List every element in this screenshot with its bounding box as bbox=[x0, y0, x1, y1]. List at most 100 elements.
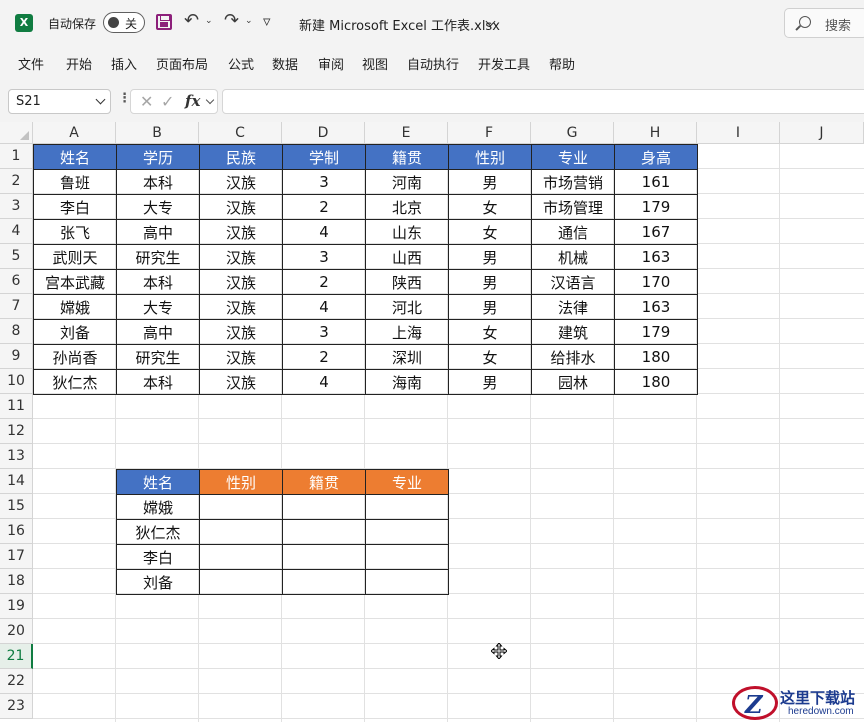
menu-item-3[interactable]: 页面布局 bbox=[156, 54, 208, 73]
table1-cell[interactable]: 建筑 bbox=[531, 319, 615, 345]
table1-cell[interactable]: 汉族 bbox=[199, 369, 283, 395]
table1-cell[interactable]: 宫本武藏 bbox=[33, 269, 117, 295]
table1-cell[interactable]: 高中 bbox=[116, 319, 200, 345]
customize-toolbar-icon[interactable]: ▿ bbox=[263, 12, 271, 30]
table1-cell[interactable]: 李白 bbox=[33, 194, 117, 220]
row-header-5[interactable]: 5 bbox=[0, 244, 33, 269]
table1-cell[interactable]: 179 bbox=[614, 319, 698, 345]
row-header-12[interactable]: 12 bbox=[0, 419, 33, 444]
table1-cell[interactable]: 市场管理 bbox=[531, 194, 615, 220]
table1-cell[interactable]: 汉族 bbox=[199, 294, 283, 320]
row-header-21[interactable]: 21 bbox=[0, 644, 33, 669]
column-header-F[interactable]: F bbox=[448, 122, 531, 144]
table1-cell[interactable]: 男 bbox=[448, 244, 532, 270]
row-header-16[interactable]: 16 bbox=[0, 519, 33, 544]
table1-cell[interactable]: 深圳 bbox=[365, 344, 449, 370]
table2-header-cell[interactable]: 性别 bbox=[199, 469, 283, 495]
table1-cell[interactable]: 嫦娥 bbox=[33, 294, 117, 320]
table1-cell[interactable]: 180 bbox=[614, 344, 698, 370]
table1-cell[interactable]: 3 bbox=[282, 319, 366, 345]
row-header-3[interactable]: 3 bbox=[0, 194, 33, 219]
table1-cell[interactable]: 汉族 bbox=[199, 219, 283, 245]
column-header-H[interactable]: H bbox=[614, 122, 697, 144]
table1-cell[interactable]: 汉族 bbox=[199, 319, 283, 345]
table2-name-cell[interactable]: 狄仁杰 bbox=[116, 519, 200, 545]
table1-cell[interactable]: 汉族 bbox=[199, 169, 283, 195]
table1-cell[interactable]: 本科 bbox=[116, 169, 200, 195]
column-header-E[interactable]: E bbox=[365, 122, 448, 144]
table1-header-cell[interactable]: 学历 bbox=[116, 144, 200, 170]
table2-name-cell[interactable]: 李白 bbox=[116, 544, 200, 570]
table1-cell[interactable]: 大专 bbox=[116, 294, 200, 320]
row-header-17[interactable]: 17 bbox=[0, 544, 33, 569]
menu-item-6[interactable]: 审阅 bbox=[318, 54, 344, 73]
search-box[interactable]: 搜索 bbox=[784, 8, 864, 38]
table2-empty-cell[interactable] bbox=[199, 569, 283, 595]
menu-item-5[interactable]: 数据 bbox=[272, 54, 298, 73]
table2-header-cell[interactable]: 专业 bbox=[365, 469, 449, 495]
table1-header-cell[interactable]: 姓名 bbox=[33, 144, 117, 170]
table2-empty-cell[interactable] bbox=[365, 494, 449, 520]
table1-cell[interactable]: 研究生 bbox=[116, 244, 200, 270]
table1-cell[interactable]: 北京 bbox=[365, 194, 449, 220]
table1-cell[interactable]: 女 bbox=[448, 194, 532, 220]
row-header-2[interactable]: 2 bbox=[0, 169, 33, 194]
table1-cell[interactable]: 陕西 bbox=[365, 269, 449, 295]
table2-empty-cell[interactable] bbox=[282, 569, 366, 595]
table1-cell[interactable]: 女 bbox=[448, 344, 532, 370]
row-header-8[interactable]: 8 bbox=[0, 319, 33, 344]
table1-cell[interactable]: 163 bbox=[614, 244, 698, 270]
menu-item-9[interactable]: 开发工具 bbox=[478, 54, 530, 73]
table1-cell[interactable]: 通信 bbox=[531, 219, 615, 245]
table1-cell[interactable]: 汉语言 bbox=[531, 269, 615, 295]
row-header-18[interactable]: 18 bbox=[0, 569, 33, 594]
column-header-B[interactable]: B bbox=[116, 122, 199, 144]
table2-empty-cell[interactable] bbox=[199, 494, 283, 520]
table1-cell[interactable]: 给排水 bbox=[531, 344, 615, 370]
undo-icon[interactable]: ↶ bbox=[184, 10, 199, 31]
table1-cell[interactable]: 山西 bbox=[365, 244, 449, 270]
menu-item-4[interactable]: 公式 bbox=[228, 54, 254, 73]
insert-function-icon[interactable]: fx bbox=[185, 92, 200, 110]
column-header-I[interactable]: I bbox=[697, 122, 780, 144]
table1-cell[interactable]: 男 bbox=[448, 369, 532, 395]
document-title[interactable]: 新建 Microsoft Excel 工作表.xlsx bbox=[299, 15, 500, 34]
table1-cell[interactable]: 张飞 bbox=[33, 219, 117, 245]
row-header-6[interactable]: 6 bbox=[0, 269, 33, 294]
table1-cell[interactable]: 刘备 bbox=[33, 319, 117, 345]
table1-cell[interactable]: 男 bbox=[448, 294, 532, 320]
worksheet-grid[interactable]: A B C D E F G H I J 1 2 3 4 5 6 7 8 9 10 11 12 13 14 15 16 17 18 19 2… bbox=[0, 122, 864, 722]
table2-name-cell[interactable]: 刘备 bbox=[116, 569, 200, 595]
name-box[interactable]: S21 bbox=[8, 89, 111, 114]
menu-item-1[interactable]: 开始 bbox=[66, 54, 92, 73]
formula-input[interactable] bbox=[222, 89, 864, 114]
cancel-icon[interactable]: ✕ bbox=[140, 92, 153, 111]
table1-cell[interactable]: 男 bbox=[448, 169, 532, 195]
menu-item-7[interactable]: 视图 bbox=[362, 54, 388, 73]
row-header-22[interactable]: 22 bbox=[0, 669, 33, 694]
undo-dropdown-icon[interactable]: ⌄ bbox=[205, 16, 213, 26]
table1-cell[interactable]: 180 bbox=[614, 369, 698, 395]
table1-header-cell[interactable]: 专业 bbox=[531, 144, 615, 170]
table1-cell[interactable]: 4 bbox=[282, 369, 366, 395]
table1-cell[interactable]: 179 bbox=[614, 194, 698, 220]
table1-cell[interactable]: 河北 bbox=[365, 294, 449, 320]
table1-cell[interactable]: 167 bbox=[614, 219, 698, 245]
table1-cell[interactable]: 孙尚香 bbox=[33, 344, 117, 370]
table1-cell[interactable]: 海南 bbox=[365, 369, 449, 395]
enter-check-icon[interactable]: ✓ bbox=[161, 92, 174, 111]
row-header-7[interactable]: 7 bbox=[0, 294, 33, 319]
table2-empty-cell[interactable] bbox=[365, 519, 449, 545]
row-header-19[interactable]: 19 bbox=[0, 594, 33, 619]
column-header-C[interactable]: C bbox=[199, 122, 282, 144]
table1-cell[interactable]: 机械 bbox=[531, 244, 615, 270]
save-icon[interactable] bbox=[156, 14, 172, 30]
table1-cell[interactable]: 高中 bbox=[116, 219, 200, 245]
row-header-15[interactable]: 15 bbox=[0, 494, 33, 519]
table1-cell[interactable]: 武则天 bbox=[33, 244, 117, 270]
table1-cell[interactable]: 161 bbox=[614, 169, 698, 195]
menu-item-2[interactable]: 插入 bbox=[111, 54, 137, 73]
table2-empty-cell[interactable] bbox=[365, 544, 449, 570]
column-header-J[interactable]: J bbox=[780, 122, 864, 144]
table2-empty-cell[interactable] bbox=[282, 494, 366, 520]
